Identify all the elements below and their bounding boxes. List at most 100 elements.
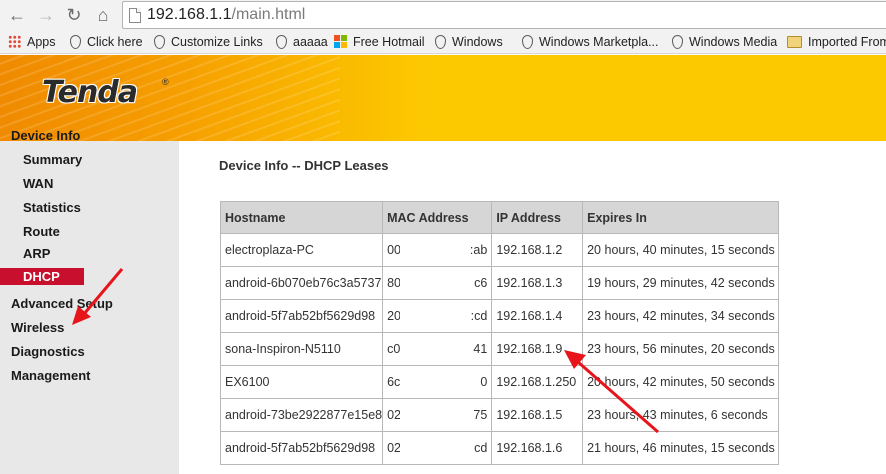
mac-prefix: c0 [387,342,401,356]
page-icon [129,8,141,23]
bookmark-item[interactable]: Click here [68,33,143,51]
hostname-cell: android-6b070eb76c3a5737 [219,266,384,300]
hostname-cell: sona-Inspiron-N5110 [219,332,384,366]
sidebar-menu: Device Info Summary WAN Statistics Route ARP D… [0,128,179,474]
url-text: 192.168.1.1/main.html [147,6,305,24]
ip-cell: 192.168.1.5 [491,398,584,432]
redaction-box [400,267,473,299]
bookmark-label: Customize Links [171,35,263,49]
mac-prefix: 00 [387,243,401,257]
column-header-expires: Expires In [582,201,779,234]
column-header-ip: IP Address [491,201,584,234]
sidebar-item-diagnostics[interactable]: Diagnostics [0,341,179,363]
bookmarks-bar: Apps Click here Customize Links aaaaa Free H… [0,30,886,54]
page-title: Device Info -- DHCP Leases [219,158,389,173]
back-arrow-icon: ← [8,5,26,25]
sidebar-item-statistics[interactable]: Statistics [0,197,179,219]
sidebar-item-device-info[interactable]: Device Info [0,125,179,147]
ip-cell: 192.168.1.250 [491,365,584,399]
forward-arrow-icon: → [37,5,55,25]
sidebar-item-arp[interactable]: ARP [0,243,179,265]
redaction-box [400,432,473,464]
mac-suffix: 0 [480,375,488,389]
mac-cell: 02 cd [382,431,493,465]
bookmark-item[interactable]: Windows [433,33,503,51]
sidebar-item-wan[interactable]: WAN [0,173,179,195]
drop-icon [433,35,446,49]
table-row: android-5f7ab52bf5629d98 02 cd 192.168.1.6 2… [219,431,779,465]
expires-cell: 20 hours, 42 minutes, 50 seconds [582,365,779,399]
bookmark-item[interactable]: Windows Media [670,33,777,51]
mac-suffix: :cd [470,309,488,323]
ms-icon [334,35,347,48]
forward-button[interactable]: → [34,3,58,27]
mac-cell: 80 c6 [382,266,493,300]
dhcp-leases-table: Hostname MAC Address IP Address Expires … [219,201,779,465]
mac-prefix: 6c [387,375,401,389]
reload-button[interactable]: ↻ [62,3,86,27]
drop-icon [274,35,287,49]
sidebar-item-dhcp[interactable]: DHCP [0,268,84,285]
table-row: EX6100 6c 0 192.168.1.250 20 hours, 42 minut… [219,365,779,399]
bookmark-item[interactable]: Customize Links [152,33,263,51]
redaction-box [400,399,473,431]
mac-suffix: c6 [474,276,488,290]
table-row: android-73be2922877e15e8 02 75 192.168.1.5 2… [219,398,779,432]
mac-cell: 00 :ab [382,233,493,267]
redaction-box [400,300,473,332]
bookmark-item[interactable]: Windows Marketpla... [520,33,658,51]
bookmark-label: Windows Marketpla... [539,35,659,49]
table-row: android-6b070eb76c3a5737 80 c6 192.168.1.3 1… [219,266,779,300]
mac-suffix: :ab [469,243,488,257]
reload-icon: ↻ [66,5,82,25]
redaction-box [400,366,473,398]
sidebar-item-advanced-setup[interactable]: Advanced Setup [0,293,179,315]
main-content: Device Info -- DHCP Leases Hostname MAC … [179,141,886,474]
ip-cell: 192.168.1.2 [491,233,584,267]
column-header-hostname: Hostname [219,201,384,234]
hostname-cell: android-5f7ab52bf5629d98 [219,299,384,333]
bookmark-item[interactable]: Free Hotmail [334,33,425,51]
expires-cell: 23 hours, 43 minutes, 6 seconds [582,398,779,432]
drop-icon [152,35,165,49]
back-button[interactable]: ← [5,3,29,27]
home-icon: ⌂ [97,5,109,25]
mac-prefix: 20 [387,309,401,323]
bookmark-item[interactable]: Imported From [787,33,886,51]
mac-prefix: 02 [387,441,401,455]
expires-cell: 21 hours, 46 minutes, 15 seconds [582,431,779,465]
mac-cell: 02 75 [382,398,493,432]
router-page: Tenda ® Device Info Summary WAN Statistics R… [0,55,886,474]
address-bar[interactable]: 192.168.1.1/main.html [122,1,886,29]
mac-suffix: cd [474,441,488,455]
mac-prefix: 02 [387,408,401,422]
screenshot-root: ← → ↻ ⌂ 192.168.1.1/main.html Apps Click … [0,0,886,474]
bookmark-label: Click here [87,35,143,49]
sidebar-item-management[interactable]: Management [0,365,179,387]
table-row: electroplaza-PC 00:ab 192.168.1.2 20 hours,… [219,233,779,267]
ip-cell: 192.168.1.9 [491,332,584,366]
bookmark-label: Windows Media [689,35,778,49]
ip-cell: 192.168.1.4 [491,299,584,333]
tenda-logo: Tenda [42,75,138,110]
apps-icon [8,35,21,48]
ip-cell: 192.168.1.3 [491,266,584,300]
bookmark-item[interactable]: Apps [8,33,56,51]
hostname-cell: android-5f7ab52bf5629d98 [219,431,384,465]
mac-cell: 6c 0 [382,365,493,399]
mac-suffix: 41 [473,342,488,356]
drop-icon [68,35,81,49]
mac-prefix: 80 [387,276,401,290]
registered-mark: ® [162,77,169,87]
folder-icon [787,36,802,48]
bookmark-item[interactable]: aaaaa [274,33,328,51]
ip-cell: 192.168.1.6 [491,431,584,465]
hostname-cell: android-73be2922877e15e8 [219,398,384,432]
sidebar-item-route[interactable]: Route [0,221,179,243]
home-button[interactable]: ⌂ [91,3,115,27]
sidebar-item-wireless[interactable]: Wireless [0,317,179,339]
drop-icon [670,35,683,49]
sidebar-item-summary[interactable]: Summary [0,149,179,171]
browser-toolbar: ← → ↻ ⌂ 192.168.1.1/main.html [0,0,886,30]
expires-cell: 23 hours, 56 minutes, 20 seconds [582,332,779,366]
